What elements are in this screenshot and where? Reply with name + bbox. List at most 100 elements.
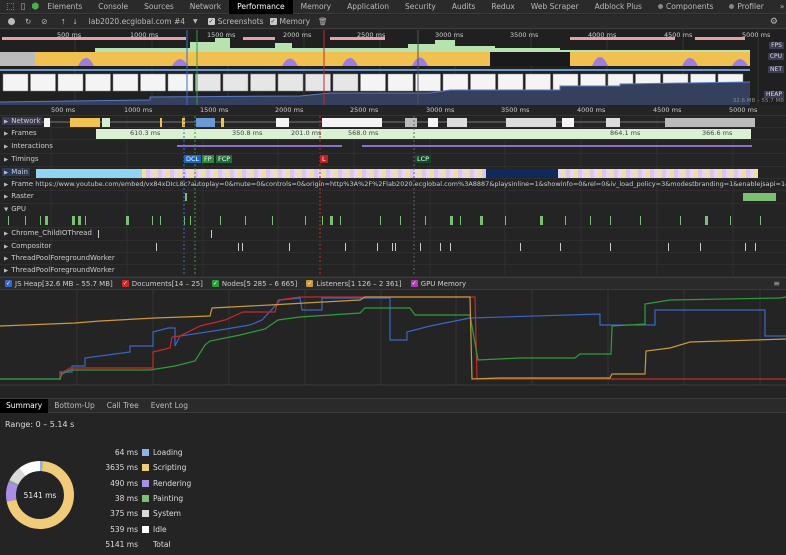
frames-track-header[interactable]: ▶ Frames <box>4 129 37 137</box>
tab-memory[interactable]: Memory <box>293 0 340 14</box>
lcp-marker[interactable]: LCP <box>415 155 432 163</box>
counter-listeners[interactable]: ✓ Listeners[1 126 – 2 361] <box>306 280 402 288</box>
frame-duration: 366.6 ms <box>702 129 733 137</box>
tab-components[interactable]: Components <box>650 0 721 14</box>
reload-record-button[interactable]: ↻ <box>25 17 31 26</box>
tab-security[interactable]: Security <box>397 0 444 14</box>
frame-duration: 568.0 ms <box>348 129 379 137</box>
inspect-icon[interactable]: ⬚ <box>6 1 15 13</box>
io-thread-track-header[interactable]: ▶ Chrome_ChildIOThread <box>4 229 92 237</box>
save-profile-button[interactable]: ⭣ <box>73 17 77 27</box>
frame-duration: 610.3 ms <box>130 129 161 137</box>
tab-web-scraper[interactable]: Web Scraper <box>523 0 587 14</box>
overview-tick: 2000 ms <box>283 31 312 39</box>
tab-adblock-plus[interactable]: Adblock Plus <box>587 0 650 14</box>
donut-slice-idle <box>19 461 41 477</box>
tab-summary[interactable]: Summary <box>0 398 49 413</box>
network-track-header[interactable]: ▶ Network <box>2 117 43 125</box>
counter-gpu-memory[interactable]: ✓ GPU Memory <box>410 279 467 288</box>
expand-icon: ▶ <box>4 182 9 188</box>
tab-bottom-up[interactable]: Bottom-Up <box>48 399 100 413</box>
gpu-track[interactable]: ▼ GPU <box>0 204 786 228</box>
frame-track[interactable]: ▶ Frame https://www.youtube.com/embed/vx8… <box>0 179 786 191</box>
tab-performance[interactable]: Performance <box>229 0 293 14</box>
frames-track[interactable]: ▶ Frames 610.3 ms 350.8 ms 201.0 ms 568.0… <box>0 128 786 140</box>
interactions-track[interactable]: ▶ Interactions <box>0 141 786 154</box>
device-toggle-icon[interactable]: ▯ <box>21 1 26 13</box>
menu-icon[interactable]: ≡ <box>773 279 780 288</box>
heap-label: HEAP <box>763 91 784 98</box>
settings-gear-icon[interactable]: ⚙ <box>770 17 778 27</box>
screenshot-thumb <box>2 73 29 92</box>
fcp-marker[interactable]: FCP <box>216 155 233 163</box>
io-thread-track-label: Chrome_ChildIOThread <box>11 229 92 237</box>
legend-row-scripting: 3635 ms Scripting <box>100 460 191 475</box>
upload-icon: ⭡ <box>61 16 66 26</box>
timings-track[interactable]: ▶ Timings DCL FP FCP L LCP <box>0 154 786 167</box>
screenshots-label: Screenshots <box>217 17 264 26</box>
threadpool-track-header[interactable]: ▶ ThreadPoolForegroundWorker <box>4 266 115 274</box>
tab-elements[interactable]: Elements <box>39 0 90 14</box>
tab-sources[interactable]: Sources <box>136 0 182 14</box>
clear-icon: ⊘ <box>41 17 48 26</box>
clear-button[interactable]: ⊘ <box>41 17 47 26</box>
tab-event-log[interactable]: Event Log <box>145 399 194 413</box>
fp-marker[interactable]: FP <box>202 155 214 163</box>
counter-js-heap[interactable]: ✓ JS Heap[32.6 MB – 55.7 MB] <box>5 280 113 288</box>
tab-application[interactable]: Application <box>339 0 397 14</box>
load-profile-button[interactable]: ⭡ <box>62 17 66 27</box>
cpu-idle-area <box>0 52 35 66</box>
raster-track[interactable]: ▶ Raster <box>0 191 786 204</box>
raster-track-header[interactable]: ▶ Raster <box>4 192 34 200</box>
threadpool-track-header[interactable]: ▶ ThreadPoolForegroundWorker <box>4 254 115 262</box>
summary-donut-chart: 5141 ms <box>5 460 75 530</box>
legend-label: Loading <box>153 448 183 458</box>
collect-garbage-button[interactable]: 🗑 <box>318 17 328 26</box>
collapse-icon: ▼ <box>4 207 9 213</box>
overview-tick: 1500 ms <box>207 31 236 39</box>
donut-total: 5141 ms <box>23 491 57 500</box>
profile-select-value: lab2020.ecglobal.com #4 <box>88 17 186 26</box>
screenshot-thumb <box>167 73 194 92</box>
main-track-header[interactable]: ▶ Main <box>2 168 30 176</box>
main-track[interactable]: ▶ Main <box>0 167 786 179</box>
record-button[interactable] <box>8 18 15 25</box>
network-track[interactable]: ▶ Network <box>0 116 786 128</box>
dcl-marker[interactable]: DCL <box>184 155 202 163</box>
tab-profiler[interactable]: Profiler <box>721 0 771 14</box>
tab-network[interactable]: Network <box>182 0 229 14</box>
more-tabs-button[interactable]: » <box>772 0 786 14</box>
gpu-track-header[interactable]: ▼ GPU <box>4 205 26 213</box>
timeline-overview[interactable]: 500 ms 1000 ms 1500 ms 2000 ms 2500 ms 3… <box>0 30 786 105</box>
threadpool-track[interactable]: ▶ ThreadPoolForegroundWorker <box>0 265 786 277</box>
io-thread-track[interactable]: ▶ Chrome_ChildIOThread <box>0 228 786 241</box>
timings-track-header[interactable]: ▶ Timings <box>4 155 39 163</box>
screenshot-thumb <box>30 73 56 92</box>
legend-row-rendering: 490 ms Rendering <box>100 476 191 491</box>
devtools-tab-bar: ⬚ ▯ ⬢ Elements Console Sources Network P… <box>0 0 786 14</box>
counter-label: Nodes[5 285 – 6 665] <box>221 279 298 288</box>
load-marker[interactable]: L <box>320 155 328 163</box>
system-swatch <box>142 510 149 518</box>
legend-row-painting: 38 ms Painting <box>100 491 191 506</box>
net-bar <box>0 69 750 71</box>
ruler-tick: 3000 ms <box>426 106 455 114</box>
compositor-track[interactable]: ▶ Compositor <box>0 241 786 253</box>
cpu-idle-gap <box>490 52 570 66</box>
counter-label: GPU Memory <box>420 279 467 288</box>
threadpool-track[interactable]: ▶ ThreadPoolForegroundWorker <box>0 253 786 265</box>
heap-range: 32.6 MB – 55.7 MB <box>732 98 784 104</box>
memory-checkbox[interactable]: ✓ Memory <box>269 17 310 26</box>
compositor-track-header[interactable]: ▶ Compositor <box>4 242 51 250</box>
tab-console[interactable]: Console <box>90 0 136 14</box>
counter-nodes[interactable]: ✓ Nodes[5 285 – 6 665] <box>211 279 298 288</box>
tab-call-tree[interactable]: Call Tree <box>101 399 145 413</box>
trash-icon: 🗑 <box>318 17 328 26</box>
interactions-track-header[interactable]: ▶ Interactions <box>4 142 53 150</box>
tab-audits[interactable]: Audits <box>444 0 484 14</box>
profile-select[interactable]: lab2020.ecglobal.com #4 ▼ <box>89 17 198 26</box>
frame-track-header[interactable]: ▶ Frame https://www.youtube.com/embed/vx8… <box>4 180 786 188</box>
screenshots-checkbox[interactable]: ✓ Screenshots <box>207 17 264 26</box>
counter-documents[interactable]: ✓ Documents[14 – 25] <box>121 280 203 288</box>
tab-redux[interactable]: Redux <box>483 0 522 14</box>
